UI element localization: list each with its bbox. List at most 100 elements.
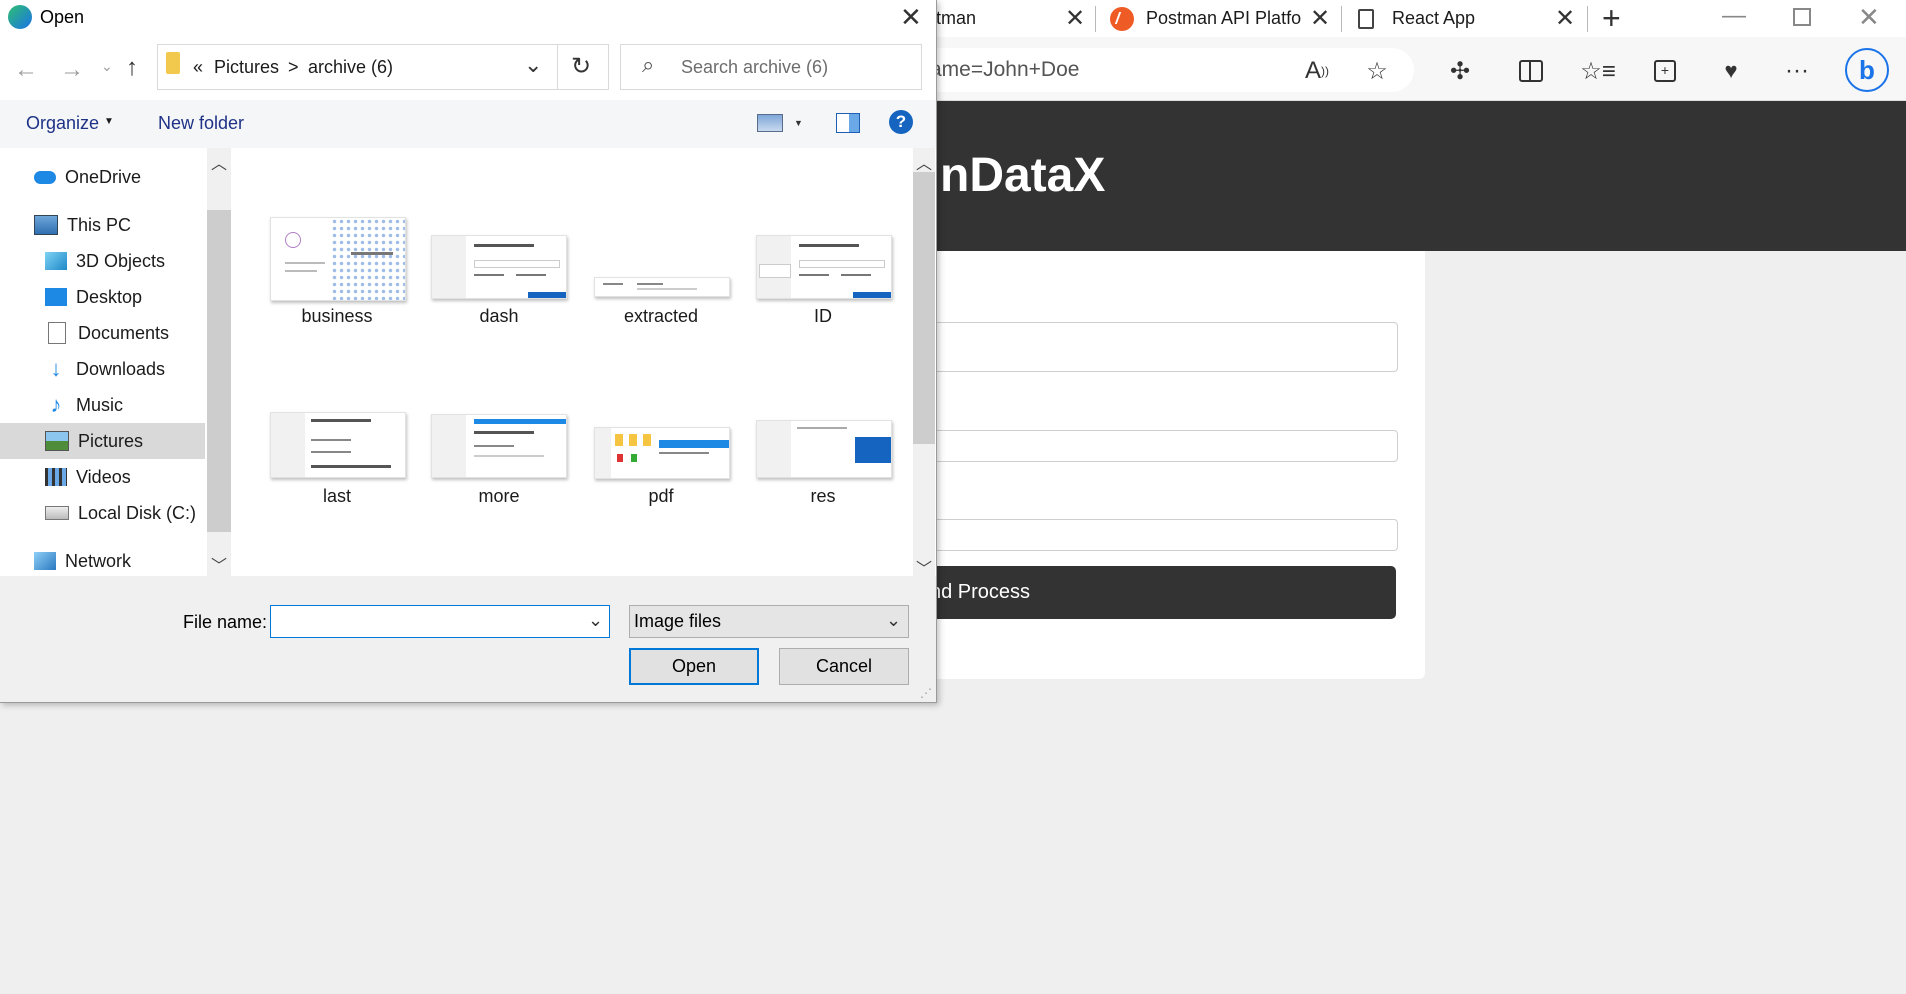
minimize-icon[interactable]: — (1722, 2, 1746, 30)
nav-item-local-disk[interactable]: Local Disk (C:) (0, 495, 205, 531)
organize-menu[interactable]: Organize (26, 113, 99, 134)
close-tab-icon[interactable]: ✕ (1555, 4, 1575, 33)
nav-item-downloads[interactable]: ↓ Downloads (0, 351, 205, 387)
file-label[interactable]: last (256, 486, 418, 507)
file-label[interactable]: business (256, 306, 418, 327)
forward-arrow-icon[interactable]: → (60, 56, 84, 84)
search-placeholder: Search archive (6) (681, 57, 829, 77)
resize-grip-icon[interactable]: ⋰ (920, 686, 932, 700)
nav-item-label: Pictures (78, 430, 144, 451)
divider (557, 44, 558, 90)
nav-item-label: Downloads (76, 358, 166, 379)
scroll-down-icon[interactable]: ﹀ (211, 552, 227, 576)
nav-item-label: OneDrive (65, 166, 142, 187)
form-input-3[interactable] (920, 519, 1398, 551)
document-icon (48, 322, 66, 344)
tab-react-app[interactable]: React App (1358, 0, 1475, 37)
film-icon (45, 468, 67, 486)
nav-item-onedrive[interactable]: OneDrive (0, 159, 205, 195)
collections-icon[interactable]: + (1650, 56, 1680, 86)
nav-item-desktop[interactable]: Desktop (0, 279, 205, 315)
change-view-icon[interactable] (757, 114, 783, 132)
search-icon: ⌕ (642, 52, 655, 77)
more-options-icon[interactable]: ··· (1782, 56, 1812, 86)
file-thumbnail-id[interactable] (756, 235, 892, 299)
nav-item-documents[interactable]: Documents (0, 315, 205, 351)
extensions-icon[interactable]: ✣ (1445, 56, 1475, 86)
nav-item-network[interactable]: Network (0, 543, 205, 579)
refresh-icon[interactable]: ↻ (571, 52, 591, 81)
file-thumbnail-res[interactable] (756, 420, 892, 478)
file-thumbnail-pdf[interactable] (594, 427, 730, 479)
tab-label: Postman API Platfo (1146, 8, 1302, 28)
nav-item-label: Videos (76, 466, 131, 487)
file-label[interactable]: extracted (580, 306, 742, 327)
favorites-icon[interactable]: ☆≡ (1580, 56, 1616, 86)
restore-icon[interactable] (1793, 8, 1811, 26)
close-tab-icon[interactable]: ✕ (1065, 4, 1085, 33)
file-thumbnail-last[interactable] (270, 412, 406, 478)
new-tab-icon[interactable]: + (1602, 0, 1621, 37)
tab-postman-api[interactable]: Postman API Platfo (1110, 0, 1301, 37)
nav-item-this-pc[interactable]: This PC (0, 207, 205, 243)
open-button[interactable]: Open (629, 648, 759, 685)
file-type-dropdown-icon[interactable]: ⌄ (886, 610, 901, 631)
computer-icon (34, 215, 58, 235)
nav-item-label: Documents (78, 322, 170, 343)
form-input-2[interactable] (920, 430, 1398, 462)
button-label: nd Process (930, 581, 1031, 603)
file-list-scrollbar-thumb[interactable] (913, 172, 935, 444)
scroll-up-icon[interactable]: ︿ (211, 150, 227, 174)
cloud-icon (34, 170, 56, 184)
file-label[interactable]: dash (418, 306, 580, 327)
file-thumbnail-extracted[interactable] (594, 277, 730, 297)
favorite-star-icon[interactable]: ☆ (1362, 56, 1392, 86)
help-icon[interactable]: ? (889, 110, 913, 134)
view-options-caret-icon[interactable]: ▼ (794, 118, 803, 128)
form-input-1[interactable] (920, 322, 1398, 372)
upload-process-button[interactable]: nd Process (920, 566, 1396, 619)
preview-pane-icon[interactable] (836, 113, 860, 133)
back-arrow-icon[interactable]: ← (14, 56, 38, 84)
tab-label: tman (936, 8, 977, 28)
chevron-down-icon[interactable]: ⌄ (524, 52, 542, 78)
breadcrumb-pictures[interactable]: Pictures (214, 57, 279, 78)
file-thumbnail-business[interactable] (270, 217, 406, 301)
recent-locations-icon[interactable]: ⌄ (101, 58, 113, 75)
close-tab-icon[interactable]: ✕ (1310, 4, 1330, 33)
browser-essentials-icon[interactable]: ♥ (1716, 56, 1746, 86)
read-aloud-icon[interactable]: A)) (1302, 56, 1332, 86)
nav-item-videos[interactable]: Videos (0, 459, 205, 495)
caret-down-icon: ▼ (104, 116, 114, 127)
window-close-icon[interactable]: ✕ (1858, 2, 1880, 33)
scroll-up-icon[interactable]: ︿ (916, 150, 932, 174)
up-arrow-icon[interactable]: ↑ (126, 54, 138, 82)
file-label[interactable]: res (742, 486, 904, 507)
tab-label: React App (1392, 8, 1476, 28)
tab-postman-partial[interactable]: tman (936, 0, 976, 37)
file-thumbnail-dash[interactable] (431, 235, 567, 299)
nav-item-pictures[interactable]: Pictures (0, 423, 205, 459)
file-name-dropdown-icon[interactable]: ⌄ (588, 610, 603, 631)
split-screen-icon[interactable] (1516, 56, 1546, 86)
cancel-button-label: Cancel (815, 656, 873, 676)
nav-item-3d-objects[interactable]: 3D Objects (0, 243, 205, 279)
breadcrumb-overflow[interactable]: « (193, 57, 203, 78)
file-type-select[interactable]: Image files (629, 605, 909, 638)
file-label[interactable]: more (418, 486, 580, 507)
file-name-input[interactable] (270, 605, 610, 638)
nav-item-label: Local Disk (C:) (78, 502, 197, 523)
nav-item-label: Desktop (76, 286, 143, 307)
cancel-button[interactable]: Cancel (779, 648, 909, 685)
copilot-icon[interactable]: b (1845, 48, 1889, 92)
nav-item-music[interactable]: ♪ Music (0, 387, 205, 423)
nav-scrollbar-thumb[interactable] (207, 210, 231, 532)
desktop-icon (45, 288, 67, 306)
breadcrumb-separator: > (288, 57, 299, 77)
file-label[interactable]: ID (742, 306, 904, 327)
file-label[interactable]: pdf (580, 486, 742, 507)
file-thumbnail-more[interactable] (431, 414, 567, 478)
new-folder-button[interactable]: New folder (158, 113, 244, 134)
dialog-close-icon[interactable]: ✕ (900, 2, 922, 33)
breadcrumb-archive[interactable]: archive (6) (308, 57, 393, 78)
